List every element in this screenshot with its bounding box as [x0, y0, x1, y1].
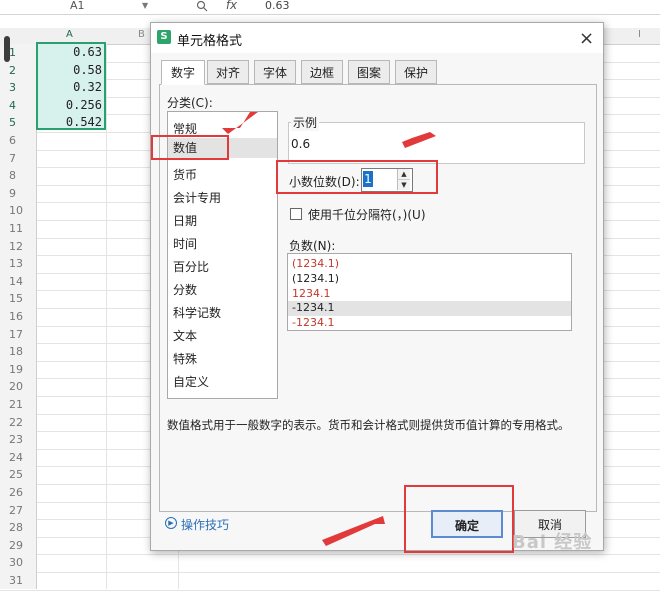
- arrow-to-category-icon: [222, 112, 258, 134]
- annotation-arrows: [222, 112, 436, 546]
- arrow-to-ok-icon: [322, 516, 385, 546]
- arrow-to-decimal-icon: [402, 132, 436, 148]
- baidu-watermark-logo: Bai 经验: [512, 532, 593, 553]
- row-gridline: [0, 589, 660, 591]
